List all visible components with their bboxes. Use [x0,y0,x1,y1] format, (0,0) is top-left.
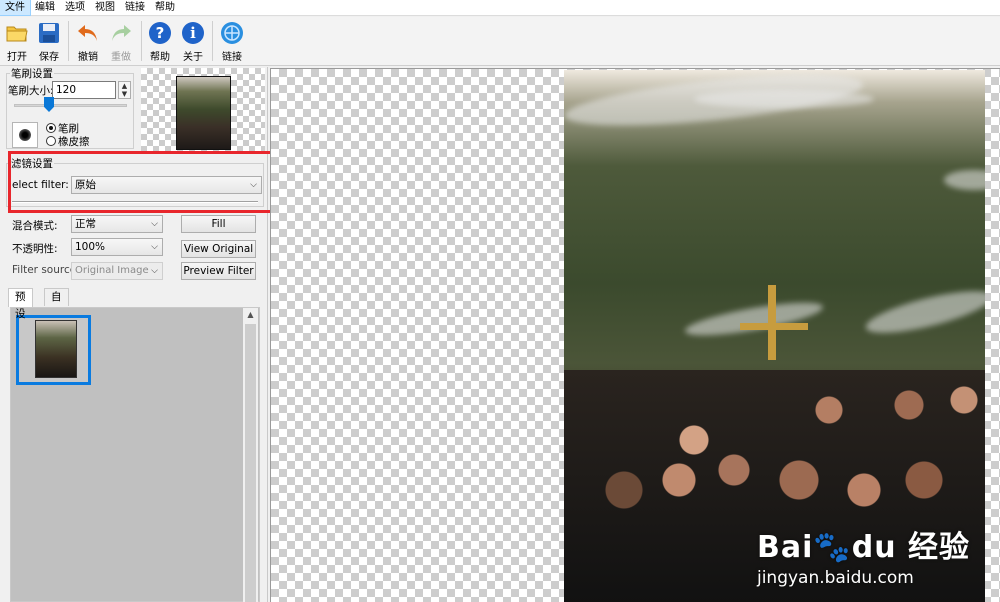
brush-mode-radio[interactable] [46,123,56,133]
menu-help[interactable]: 帮助 [150,0,180,15]
scrollbar-thumb[interactable] [245,324,256,602]
save-label: 保存 [39,52,59,63]
toolbar-separator [141,21,142,61]
menu-options[interactable]: 选项 [60,0,90,15]
brush-preview [12,122,38,148]
view-original-button[interactable]: View Original [181,240,256,258]
menu-bar: 文件 编辑 选项 视图 链接 帮助 [0,0,1000,16]
opacity-value: 100% [75,241,106,253]
info-icon: i [182,22,204,44]
brush-stroke [862,282,985,342]
help-question-icon: ? [149,22,171,44]
undo-button[interactable]: 撤销 [72,19,104,63]
filter-source-value: Original Image [75,265,149,276]
globe-link-icon [221,22,243,44]
menu-view[interactable]: 视图 [90,0,120,15]
filter-source-label: Filter source: [12,264,80,276]
chevron-down-icon: ⌵ [151,242,158,252]
menu-edit[interactable]: 编辑 [30,0,60,15]
about-label: 关于 [183,52,203,63]
toolbar-separator [212,21,213,61]
chevron-down-icon: ⌵ [151,219,158,229]
help-button[interactable]: ? 帮助 [144,19,176,63]
save-button[interactable]: 保存 [33,19,65,63]
settings-panel: 笔刷设置 笔刷大小: 120 ▲ ▼ 笔刷 橡皮擦 滤镜设置 elect filt… [0,66,308,602]
floppy-disk-icon [39,23,59,43]
preview-filter-button[interactable]: Preview Filter [181,262,256,280]
eraser-mode-radio[interactable] [46,136,56,146]
preset-thumbnail [35,320,77,378]
opacity-select[interactable]: 100% ⌵ [71,238,163,256]
menu-file[interactable]: 文件 [0,0,31,16]
svg-text:?: ? [156,24,165,42]
menu-link[interactable]: 链接 [120,0,150,15]
filter-source-select[interactable]: Original Image ⌵ [71,262,163,280]
brush-size-label: 笔刷大小: [8,85,54,97]
open-label: 打开 [7,52,27,63]
navigator-thumbnail[interactable] [176,76,231,150]
about-button[interactable]: i 关于 [177,19,209,63]
brush-size-spinner[interactable]: ▲ ▼ [118,81,131,99]
link-button[interactable]: 链接 [216,19,248,63]
chevron-down-icon: ⌵ [151,266,158,276]
brush-stroke [694,90,874,108]
folder-open-icon [6,26,28,42]
brush-size-input[interactable]: 120 [52,81,116,99]
tab-custom[interactable]: 自定义 [44,288,69,337]
brush-stroke [683,296,825,342]
cross-bar [740,323,808,330]
brush-stroke [944,170,985,190]
spin-up-icon[interactable]: ▲ [119,82,130,90]
svg-text:i: i [190,24,196,42]
preset-scrollbar[interactable]: ▲ [243,308,258,602]
redo-label: 重做 [111,52,131,63]
eraser-mode-label: 橡皮擦 [58,136,90,148]
navigator-thumbnail-area[interactable] [141,68,265,153]
blend-mode-label: 混合模式: [12,220,58,232]
blend-mode-select[interactable]: 正常 ⌵ [71,215,163,233]
fill-button[interactable]: Fill [181,215,256,233]
spin-down-icon[interactable]: ▼ [119,90,130,98]
toolbar: 打开 保存 撤销 重做 ? 帮助 i 关于 链接 [0,17,1000,66]
brush-settings-title: 笔刷设置 [10,66,54,81]
open-button[interactable]: 打开 [1,19,33,63]
annotation-highlight-box [8,151,308,213]
tab-preset[interactable]: 预设 [8,288,33,320]
redo-button[interactable]: 重做 [105,19,137,63]
opacity-label: 不透明性: [12,243,58,255]
redo-arrow-icon [112,25,131,41]
watermark: Bai🐾du 经验 jingyan.baidu.com [757,522,970,588]
toolbar-separator [68,21,69,61]
help-label: 帮助 [150,52,170,63]
watermark-url: jingyan.baidu.com [756,568,914,588]
undo-arrow-icon [78,25,97,41]
brush-dot-icon [19,129,31,141]
blend-mode-value: 正常 [75,218,96,230]
watermark-brand: Bai🐾du 经验 [756,530,970,565]
undo-label: 撤销 [78,52,98,63]
link-label: 链接 [222,52,242,63]
scroll-up-icon[interactable]: ▲ [243,310,258,319]
image-canvas[interactable]: Bai🐾du 经验 jingyan.baidu.com [270,68,1000,602]
preset-tile[interactable] [16,315,91,385]
preset-list [10,307,260,602]
brush-size-slider[interactable] [14,104,127,107]
